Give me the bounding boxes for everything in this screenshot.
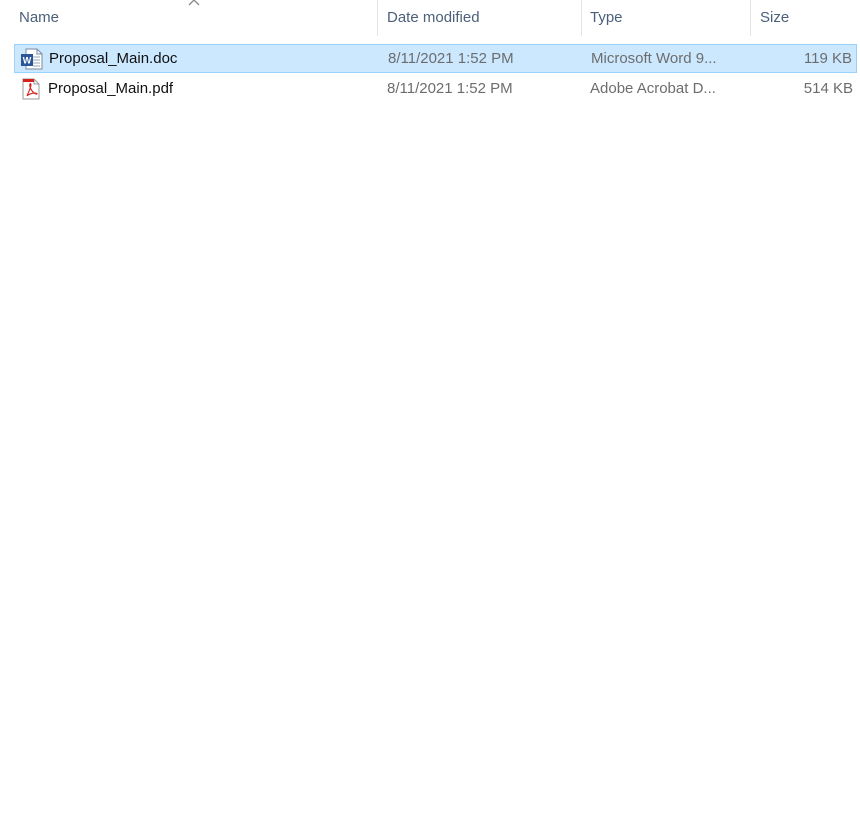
file-name: Proposal_Main.pdf	[48, 80, 174, 97]
file-row[interactable]: Proposal_Main.pdf 8/11/2021 1:52 PM Adob…	[14, 74, 857, 103]
column-header-name[interactable]: Name	[19, 0, 59, 36]
column-divider[interactable]	[377, 0, 378, 36]
file-size-cell: 119 KB	[803, 50, 852, 67]
date-modified-cell: 8/11/2021 1:52 PM	[387, 80, 513, 97]
sort-ascending-icon	[188, 0, 200, 6]
word-document-icon: W	[21, 48, 43, 69]
date-modified-cell: 8/11/2021 1:52 PM	[388, 50, 514, 67]
file-name-cell: Proposal_Main.pdf	[19, 74, 173, 103]
file-type-cell: Microsoft Word 9...	[591, 50, 717, 67]
pdf-document-icon	[22, 78, 40, 99]
column-header-size[interactable]: Size	[760, 0, 789, 36]
file-size-cell: 514 KB	[803, 80, 853, 97]
column-divider[interactable]	[750, 0, 751, 36]
file-row[interactable]: W Proposal_Main.doc 8/11/2021 1:52 PM Mi…	[14, 44, 857, 73]
column-header-type[interactable]: Type	[590, 0, 623, 36]
file-name: Proposal_Main.doc	[49, 50, 178, 67]
column-divider[interactable]	[581, 0, 582, 36]
file-explorer-details-view: Name Date modified Type Size W Proposal_…	[0, 0, 860, 817]
svg-text:W: W	[23, 55, 32, 65]
column-header-date-modified[interactable]: Date modified	[387, 0, 480, 36]
column-header-row: Name Date modified Type Size	[0, 0, 860, 36]
file-name-cell: W Proposal_Main.doc	[20, 45, 177, 72]
file-type-cell: Adobe Acrobat D...	[590, 80, 716, 97]
